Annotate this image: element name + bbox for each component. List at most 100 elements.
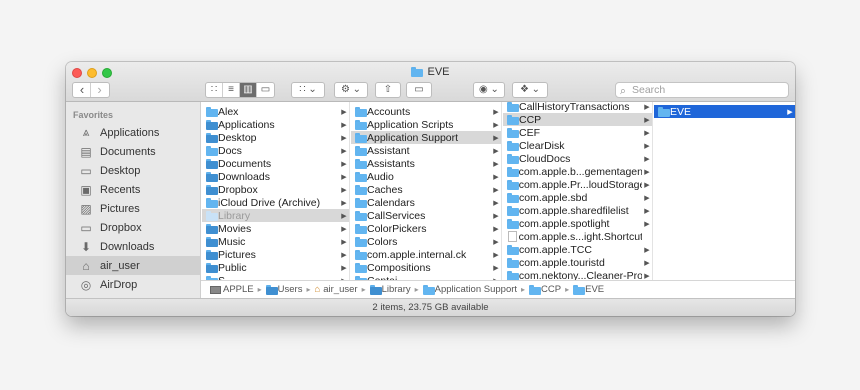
dropbox-button[interactable]: ❖ ⌄: [512, 82, 548, 98]
folder-icon: [206, 223, 218, 234]
chevron-right-icon: ▶: [493, 264, 499, 272]
separator: ▸: [257, 285, 262, 294]
list-item[interactable]: Documents ▶: [202, 157, 349, 170]
list-item[interactable]: Audio ▶: [351, 170, 501, 183]
path-crumb-eve[interactable]: EVE: [573, 284, 604, 295]
list-item[interactable]: com.apple.sharedfilelist ▶: [503, 204, 652, 217]
icon-view-button[interactable]: ∷: [206, 83, 223, 97]
list-item[interactable]: Accounts ▶: [351, 105, 501, 118]
list-item[interactable]: Downloads ▶: [202, 170, 349, 183]
list-item[interactable]: iCloud Drive (Archive) ▶: [202, 196, 349, 209]
gallery-view-button[interactable]: ▭: [257, 83, 274, 97]
list-item[interactable]: Caches ▶: [351, 183, 501, 196]
list-item[interactable]: Dropbox ▶: [202, 183, 349, 196]
list-item[interactable]: ColorPickers ▶: [351, 222, 501, 235]
item-label: Assistant: [367, 144, 410, 157]
item-label: Music: [218, 235, 246, 248]
list-item[interactable]: com.apple.internal.ck ▶: [351, 248, 501, 261]
list-item[interactable]: com.apple.TCC ▶: [503, 243, 652, 256]
folder-icon: [206, 210, 218, 221]
sidebar-item-recents[interactable]: ▣ Recents: [66, 180, 201, 199]
list-item[interactable]: Compositions ▶: [351, 261, 501, 274]
list-item[interactable]: com.apple.touristd ▶: [503, 256, 652, 269]
action-gear-button[interactable]: ⚙ ⌄: [334, 82, 368, 98]
path-crumb-ccp[interactable]: CCP: [529, 284, 561, 295]
path-crumb-users[interactable]: Users: [265, 284, 302, 295]
list-item[interactable]: Colors ▶: [351, 235, 501, 248]
list-item[interactable]: Docs ▶: [202, 144, 349, 157]
folder-icon: [658, 106, 670, 117]
item-label: ClearDisk: [519, 139, 565, 152]
crumb-label: Library: [381, 284, 411, 295]
applications-icon: ⩓: [82, 125, 90, 139]
list-item[interactable]: ClearDisk ▶: [503, 139, 652, 152]
list-item-selected[interactable]: CCP ▶: [503, 113, 652, 126]
list-item[interactable]: com.apple.sbd ▶: [503, 191, 652, 204]
list-item-selected[interactable]: EVE ▶: [654, 105, 795, 118]
list-item[interactable]: CallServices ▶: [351, 209, 501, 222]
list-item[interactable]: Assistant ▶: [351, 144, 501, 157]
list-item[interactable]: Public ▶: [202, 261, 349, 274]
folder-icon: [355, 223, 367, 234]
path-crumb-library[interactable]: Library: [369, 284, 411, 295]
sidebar-item-applications[interactable]: ⩓ Applications: [66, 123, 201, 142]
item-label: com.apple.TCC: [519, 243, 592, 256]
list-item[interactable]: CloudDocs ▶: [503, 152, 652, 165]
list-item[interactable]: com.apple.Pr...loudStorage ▶: [503, 178, 652, 191]
list-item[interactable]: Music ▶: [202, 235, 349, 248]
sidebar-item-label: AirDrop: [100, 278, 138, 291]
sidebar-item-pictures[interactable]: ▨ Pictures: [66, 199, 201, 218]
list-item[interactable]: Pictures ▶: [202, 248, 349, 261]
list-item[interactable]: CallHistoryTransactions ▶: [503, 102, 652, 113]
sidebar-item-airdrop[interactable]: ◎ AirDrop: [66, 275, 201, 294]
sidebar-item-documents[interactable]: ▤ Documents: [66, 142, 201, 161]
title-bar: EVE ‹ › ∷ ≡ ▥ ▭ ∷ ⌄ ⚙ ⌄ ⇧ ▭ ◉ ⌄ ❖ ⌄ ⌕ Se…: [66, 62, 795, 102]
list-item[interactable]: com.apple.b...gementagent ▶: [503, 165, 652, 178]
sidebar-item-downloads[interactable]: ⬇ Downloads: [66, 237, 201, 256]
tag-button[interactable]: ▭: [406, 82, 432, 98]
chevron-right-icon: ▶: [341, 212, 347, 220]
pictures-icon: ▨: [80, 201, 92, 216]
list-item[interactable]: Movies ▶: [202, 222, 349, 235]
list-item[interactable]: Assistants ▶: [351, 157, 501, 170]
list-item-selected[interactable]: Application Support ▶: [351, 131, 501, 144]
back-button[interactable]: ‹: [74, 83, 91, 97]
share-button[interactable]: ⇧: [375, 82, 401, 98]
disk-icon: [210, 285, 221, 294]
crumb-label: air_user: [323, 284, 358, 295]
list-item[interactable]: Calendars ▶: [351, 196, 501, 209]
group-by-button[interactable]: ∷ ⌄: [291, 82, 325, 98]
folder-icon: [355, 262, 367, 273]
folder-icon: [355, 210, 367, 221]
chevron-right-icon: ▶: [341, 225, 347, 233]
item-label: Compositions: [367, 261, 431, 274]
finder-window: EVE ‹ › ∷ ≡ ▥ ▭ ∷ ⌄ ⚙ ⌄ ⇧ ▭ ◉ ⌄ ❖ ⌄ ⌕ Se…: [66, 62, 795, 316]
search-field[interactable]: ⌕ Search: [615, 82, 789, 98]
quick-look-button[interactable]: ◉ ⌄: [473, 82, 505, 98]
path-crumb-air-user[interactable]: ⌂ air_user: [314, 284, 357, 295]
separator: ▸: [361, 285, 366, 294]
sidebar-item-air-user[interactable]: ⌂ air_user: [66, 256, 201, 275]
item-label: com.apple.b...gementagent: [518, 165, 642, 178]
list-view-button[interactable]: ≡: [223, 83, 240, 97]
path-crumb-application-support[interactable]: Application Support: [422, 284, 517, 295]
item-label: EVE: [670, 105, 692, 118]
item-label: CEF: [519, 126, 540, 139]
sidebar-item-desktop[interactable]: ▭ Desktop: [66, 161, 201, 180]
list-item[interactable]: com.apple.spotlight ▶: [503, 217, 652, 230]
forward-button[interactable]: ›: [91, 83, 108, 97]
list-item[interactable]: Applications ▶: [202, 118, 349, 131]
downloads-icon: ⬇: [80, 239, 92, 254]
path-crumb-apple[interactable]: APPLE: [209, 284, 254, 295]
list-item[interactable]: Desktop ▶: [202, 131, 349, 144]
list-item[interactable]: Alex ▶: [202, 105, 349, 118]
column-view-button[interactable]: ▥: [240, 83, 257, 97]
sidebar-item-dropbox[interactable]: ▭ Dropbox: [66, 218, 201, 237]
list-item[interactable]: com.apple.s...ight.Shortcuts: [503, 230, 652, 243]
home-icon: ⌂: [314, 284, 321, 295]
search-placeholder: Search: [632, 84, 666, 96]
list-item[interactable]: Application Scripts ▶: [351, 118, 501, 131]
item-label: CallServices: [367, 209, 426, 222]
list-item[interactable]: CEF ▶: [503, 126, 652, 139]
list-item-selected[interactable]: Library ▶: [202, 209, 349, 222]
